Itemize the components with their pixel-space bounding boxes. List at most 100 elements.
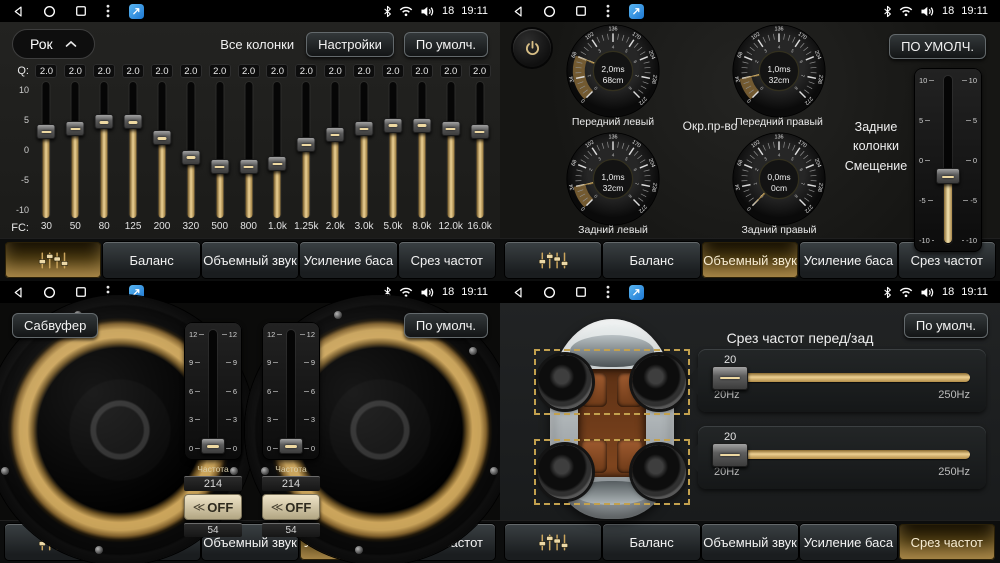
tab-surround-sound[interactable]: Объемный звук [202, 242, 298, 278]
q-value[interactable]: 2.0 [151, 64, 173, 78]
gain-slider[interactable] [297, 82, 315, 218]
slider-knob[interactable] [124, 114, 143, 129]
slider-knob[interactable] [441, 121, 460, 136]
gain-slider[interactable] [355, 82, 373, 218]
default-button[interactable]: По умолч. [404, 32, 488, 57]
gain-slider[interactable] [95, 82, 113, 218]
slider-knob[interactable] [268, 156, 287, 171]
all-speakers-selector[interactable]: Все колонки [220, 37, 294, 52]
back-button[interactable] [12, 286, 24, 299]
home-button[interactable] [43, 5, 56, 18]
menu-icon[interactable] [606, 4, 610, 18]
tab-bass-boost[interactable]: Усиление баса [300, 242, 396, 278]
tab-frequency-cut[interactable]: Срез частот [899, 524, 995, 560]
tab-surround-sound[interactable]: Объемный звук [702, 524, 798, 560]
menu-icon[interactable] [606, 285, 610, 299]
q-value[interactable]: 2.0 [93, 64, 115, 78]
back-button[interactable] [512, 286, 524, 299]
app-icon[interactable] [629, 4, 644, 19]
level-slider[interactable]: 129630 129630 [184, 322, 242, 460]
slider-knob[interactable] [95, 114, 114, 129]
tab-balance[interactable]: Баланс [603, 242, 699, 278]
home-button[interactable] [543, 5, 556, 18]
delay-gauge[interactable]: 03468102136170204238272012345678 2,0ms68… [566, 24, 660, 128]
slider-knob[interactable] [201, 438, 225, 454]
slider-knob[interactable] [66, 121, 85, 136]
recents-button[interactable] [75, 286, 87, 298]
default-button[interactable]: По умолч. [404, 313, 488, 338]
off-button[interactable]: ≪OFF [184, 494, 242, 520]
settings-button[interactable]: Настройки [306, 32, 394, 57]
rear-offset-slider[interactable]: 1050-5-10 1050-5-10 [914, 68, 982, 252]
recents-button[interactable] [575, 5, 587, 17]
slider-knob[interactable] [355, 121, 374, 136]
slider-knob[interactable] [326, 127, 345, 142]
q-value[interactable]: 2.0 [324, 64, 346, 78]
recents-button[interactable] [75, 5, 87, 17]
gain-slider[interactable] [442, 82, 460, 218]
preset-dropdown[interactable]: Рок [12, 29, 95, 59]
q-value[interactable]: 2.0 [266, 64, 288, 78]
delay-gauge[interactable]: 03468102136170204238272012345678 0,0ms0c… [732, 132, 826, 236]
app-icon[interactable] [129, 4, 144, 19]
q-value[interactable]: 2.0 [35, 64, 57, 78]
q-value[interactable]: 2.0 [469, 64, 491, 78]
slider-knob[interactable] [712, 443, 748, 467]
gain-slider[interactable] [182, 82, 200, 218]
default-button[interactable]: По умолч. [904, 313, 988, 338]
frequency-slider[interactable] [710, 366, 974, 388]
slider-knob[interactable] [239, 159, 258, 174]
gain-slider[interactable] [240, 82, 258, 218]
slider-knob[interactable] [181, 150, 200, 165]
q-value[interactable]: 2.0 [411, 64, 433, 78]
slider-knob[interactable] [383, 118, 402, 133]
app-icon[interactable] [629, 285, 644, 300]
tab-surround-sound[interactable]: Объемный звук [702, 242, 798, 278]
tab-equalizer[interactable] [505, 242, 601, 278]
slider-knob[interactable] [936, 168, 960, 184]
gain-slider[interactable] [268, 82, 286, 218]
slider-knob[interactable] [712, 366, 748, 390]
tab-frequency-cut[interactable]: Срез частот [399, 242, 495, 278]
menu-icon[interactable] [106, 4, 110, 18]
gain-slider[interactable] [211, 82, 229, 218]
q-value[interactable]: 2.0 [440, 64, 462, 78]
slider-knob[interactable] [297, 137, 316, 152]
subwoofer-button[interactable]: Сабвуфер [12, 313, 98, 338]
slider-knob[interactable] [210, 159, 229, 174]
q-value[interactable]: 2.0 [64, 64, 86, 78]
level-slider[interactable]: 129630 129630 [262, 322, 320, 460]
off-button[interactable]: ≪OFF [262, 494, 320, 520]
gain-slider[interactable] [124, 82, 142, 218]
gain-slider[interactable] [37, 82, 55, 218]
tab-bass-boost[interactable]: Усиление баса [800, 242, 896, 278]
q-value[interactable]: 2.0 [122, 64, 144, 78]
slider-knob[interactable] [152, 130, 171, 145]
home-button[interactable] [543, 286, 556, 299]
slider-knob[interactable] [37, 124, 56, 139]
back-button[interactable] [12, 5, 24, 18]
tab-balance[interactable]: Баланс [103, 242, 199, 278]
q-value[interactable]: 2.0 [353, 64, 375, 78]
delay-gauge[interactable]: 03468102136170204238272012345678 1,0ms32… [566, 132, 660, 236]
gain-slider[interactable] [66, 82, 84, 218]
slider-knob[interactable] [470, 124, 489, 139]
back-button[interactable] [512, 5, 524, 18]
gain-slider[interactable] [326, 82, 344, 218]
tab-bass-boost[interactable]: Усиление баса [800, 524, 896, 560]
delay-gauge[interactable]: 03468102136170204238272012345678 1,0ms32… [732, 24, 826, 128]
frequency-slider[interactable] [710, 443, 974, 465]
default-button[interactable]: ПО УМОЛЧ. [889, 34, 986, 59]
q-value[interactable]: 2.0 [238, 64, 260, 78]
slider-knob[interactable] [412, 118, 431, 133]
tab-balance[interactable]: Баланс [603, 524, 699, 560]
q-value[interactable]: 2.0 [295, 64, 317, 78]
q-value[interactable]: 2.0 [180, 64, 202, 78]
gain-slider[interactable] [384, 82, 402, 218]
home-button[interactable] [43, 286, 56, 299]
slider-knob[interactable] [279, 438, 303, 454]
q-value[interactable]: 2.0 [382, 64, 404, 78]
gain-slider[interactable] [471, 82, 489, 218]
recents-button[interactable] [575, 286, 587, 298]
tab-equalizer[interactable] [505, 524, 601, 560]
